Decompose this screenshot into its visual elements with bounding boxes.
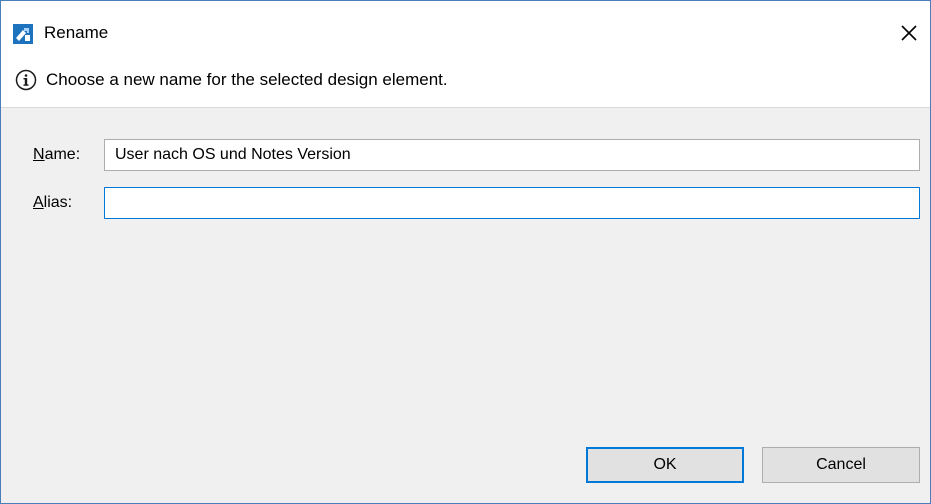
- title-bar: Rename: [1, 1, 930, 63]
- message-area: Choose a new name for the selected desig…: [1, 63, 930, 108]
- close-icon[interactable]: [895, 19, 923, 47]
- name-input[interactable]: [104, 139, 920, 171]
- rename-dialog: Rename Choose a new name for the selecte…: [0, 0, 931, 504]
- alias-input[interactable]: [104, 187, 920, 219]
- name-label-text: ame:: [44, 146, 81, 163]
- alias-label-text: lias:: [43, 194, 73, 211]
- message-text: Choose a new name for the selected desig…: [46, 70, 448, 89]
- cancel-button[interactable]: Cancel: [762, 447, 920, 483]
- name-label: Name:: [33, 145, 80, 165]
- ok-button[interactable]: OK: [586, 447, 744, 483]
- alias-label: Alias:: [33, 193, 72, 213]
- window-title: Rename: [44, 23, 109, 42]
- app-rename-icon: [13, 24, 33, 44]
- info-icon: [15, 69, 37, 91]
- alias-label-mnemonic: A: [33, 194, 44, 211]
- name-label-mnemonic: N: [33, 146, 45, 163]
